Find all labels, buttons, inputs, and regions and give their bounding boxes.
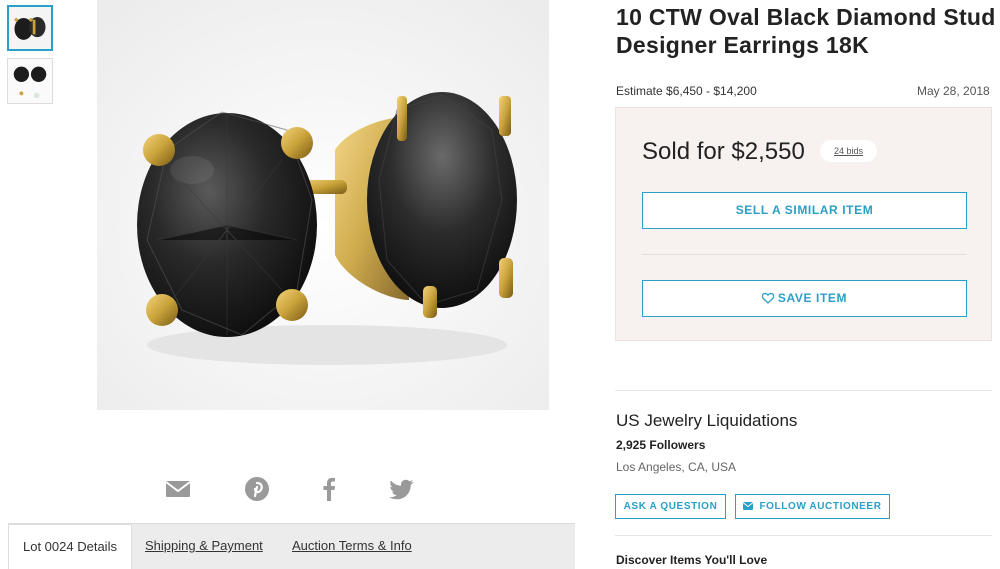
ask-question-button[interactable]: ASK A QUESTION xyxy=(615,494,726,519)
thumbnail-2[interactable] xyxy=(7,58,53,104)
tab-shipping-payment[interactable]: Shipping & Payment xyxy=(145,524,263,569)
heart-icon xyxy=(761,293,774,304)
sell-similar-item-button[interactable]: SELL A SIMILAR ITEM xyxy=(642,192,967,229)
envelope-icon xyxy=(743,502,754,510)
tab-lot-details[interactable]: Lot 0024 Details xyxy=(8,524,132,569)
save-item-label: SAVE ITEM xyxy=(777,291,848,305)
product-image[interactable] xyxy=(97,0,549,410)
ask-question-label: ASK A QUESTION xyxy=(623,501,718,512)
bids-count-link[interactable]: 24 bids xyxy=(820,140,878,162)
thumbnail-1[interactable] xyxy=(7,5,53,51)
email-icon[interactable] xyxy=(165,476,191,502)
follow-auctioneer-label: FOLLOW AUCTIONEER xyxy=(759,501,882,512)
product-title: 10 CTW Oval Black Diamond Stud Designer … xyxy=(616,4,996,58)
save-item-button[interactable]: SAVE ITEM xyxy=(642,280,967,317)
discover-heading: Discover Items You'll Love xyxy=(616,553,768,567)
facebook-icon[interactable] xyxy=(316,476,342,502)
twitter-icon[interactable] xyxy=(389,476,415,502)
sell-similar-item-label: SELL A SIMILAR ITEM xyxy=(735,203,874,217)
divider xyxy=(615,390,992,391)
tab-shipping-payment-label: Shipping & Payment xyxy=(145,538,263,553)
tab-lot-details-label: Lot 0024 Details xyxy=(23,539,117,554)
follow-auctioneer-button[interactable]: FOLLOW AUCTIONEER xyxy=(735,494,890,519)
divider xyxy=(642,254,967,255)
tab-auction-terms-label: Auction Terms & Info xyxy=(292,538,412,553)
sold-price: Sold for $2,550 xyxy=(642,138,805,165)
seller-name[interactable]: US Jewelry Liquidations xyxy=(616,411,797,431)
tab-auction-terms[interactable]: Auction Terms & Info xyxy=(292,524,412,569)
sold-panel: Sold for $2,550 24 bids SELL A SIMILAR I… xyxy=(615,107,992,341)
estimate-range: Estimate $6,450 - $14,200 xyxy=(616,84,757,98)
auction-date: May 28, 2018 xyxy=(917,84,990,98)
details-tabs: Lot 0024 Details Shipping & Payment Auct… xyxy=(8,523,575,569)
pinterest-icon[interactable] xyxy=(244,476,270,502)
divider xyxy=(615,535,992,536)
seller-followers: 2,925 Followers xyxy=(616,438,706,452)
seller-location: Los Angeles, CA, USA xyxy=(616,460,737,474)
